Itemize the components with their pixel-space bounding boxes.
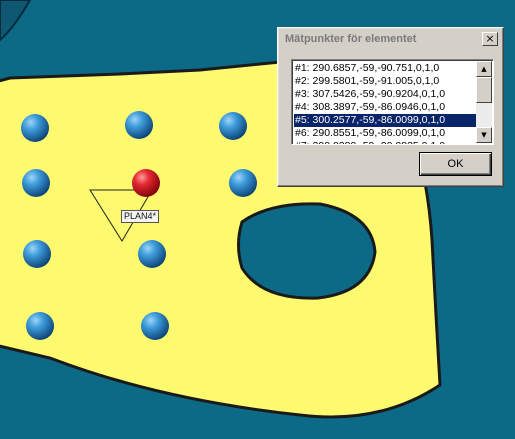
probe-point-sphere[interactable]: [21, 114, 49, 142]
probe-point-sphere-selected[interactable]: [132, 169, 160, 197]
dialog-titlebar[interactable]: Mätpunkter för elementet ×: [281, 31, 500, 49]
list-item[interactable]: #7: 290.0289,-59,-90.0835,0,1,0: [294, 140, 477, 144]
scroll-down-icon[interactable]: ▼: [476, 127, 492, 143]
scroll-thumb[interactable]: [476, 77, 492, 103]
dialog-title: Mätpunkter för elementet: [285, 33, 417, 45]
list-item[interactable]: #4: 308.3897,-59,-86.0946,0,1,0: [294, 101, 477, 114]
list-item-selected[interactable]: #5: 300.2577,-59,-86.0099,0,1,0: [294, 114, 477, 127]
probe-point-sphere[interactable]: [229, 169, 257, 197]
points-list: #1: 290.6857,-59,-90.751,0,1,0 #2: 299.58…: [294, 62, 477, 144]
scroll-up-icon[interactable]: ▲: [476, 61, 492, 77]
list-item[interactable]: #6: 290.8551,-59,-86.0099,0,1,0: [294, 127, 477, 140]
probe-point-sphere[interactable]: [125, 111, 153, 139]
probe-point-sphere[interactable]: [138, 240, 166, 268]
close-button[interactable]: ×: [482, 32, 498, 46]
measurement-points-dialog: Mätpunkter för elementet × #1: 290.6857,…: [277, 27, 504, 187]
points-listbox[interactable]: #1: 290.6857,-59,-90.751,0,1,0 #2: 299.58…: [291, 59, 494, 145]
probe-point-sphere[interactable]: [141, 312, 169, 340]
plane-label-tag[interactable]: PLAN4*: [121, 210, 160, 223]
probe-point-sphere[interactable]: [22, 169, 50, 197]
ok-button[interactable]: OK: [419, 152, 492, 176]
vertical-scrollbar[interactable]: ▲ ▼: [476, 61, 492, 143]
probe-point-sphere[interactable]: [219, 112, 247, 140]
list-item[interactable]: #2: 299.5801,-59,-91.005,0,1,0: [294, 75, 477, 88]
part-hole[interactable]: [237, 202, 377, 300]
list-item[interactable]: #1: 290.6857,-59,-90.751,0,1,0: [294, 62, 477, 75]
probe-point-sphere[interactable]: [26, 312, 54, 340]
probe-point-sphere[interactable]: [23, 240, 51, 268]
list-item[interactable]: #3: 307.5426,-59,-90.9204,0,1,0: [294, 88, 477, 101]
